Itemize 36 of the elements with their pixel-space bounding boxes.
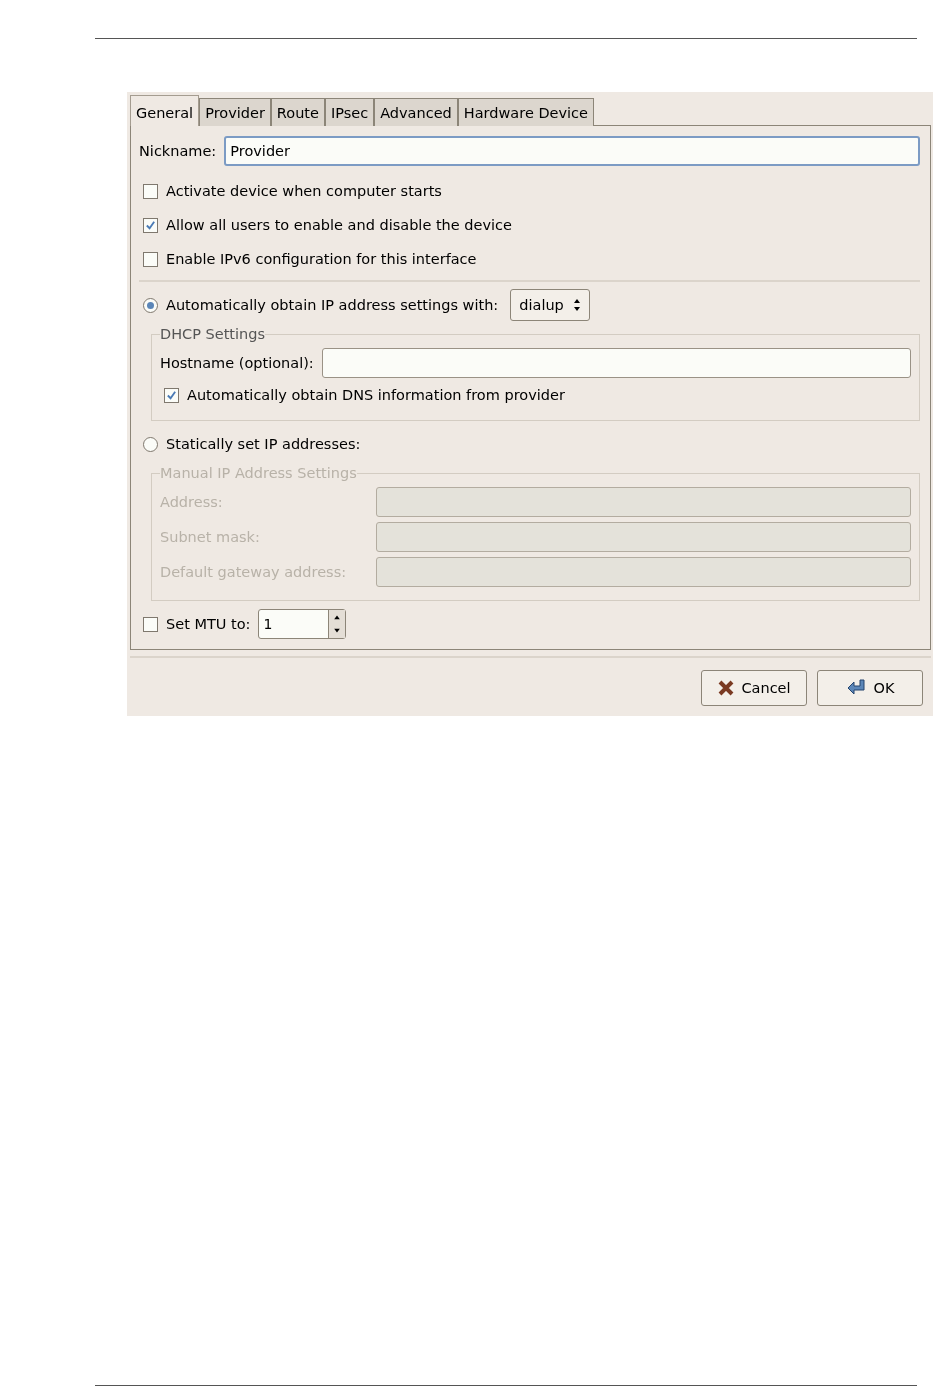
checkbox-label: Activate device when computer starts — [166, 183, 442, 199]
checkbox-label: Allow all users to enable and disable the device — [166, 217, 512, 233]
tab[interactable]: Advanced — [374, 98, 458, 126]
spinner-icon[interactable] — [328, 610, 346, 638]
group-title: Manual IP Address Settings — [160, 465, 357, 481]
field-label: Address: — [160, 494, 224, 510]
tab[interactable]: General — [130, 95, 200, 126]
cancel-button[interactable]: Cancel — [701, 670, 807, 706]
ok-button[interactable]: OK — [817, 670, 923, 706]
tab[interactable]: Provider — [199, 98, 271, 126]
radio-label: Automatically obtain IP address settings with: — [166, 297, 499, 313]
hostname-field[interactable] — [321, 348, 911, 378]
radio-button[interactable] — [143, 297, 158, 313]
close-icon — [717, 679, 736, 697]
checkbox[interactable] — [164, 387, 179, 403]
checkbox[interactable] — [143, 251, 158, 267]
checkbox-label: Automatically obtain DNS information from provider — [187, 387, 565, 403]
nickname-label: Nickname: — [139, 143, 217, 159]
tab[interactable]: IPsec — [324, 98, 375, 126]
group-title: DHCP Settings — [160, 326, 266, 342]
checkbox-label: Set MTU to: — [166, 616, 251, 632]
protocol-dropdown[interactable]: dialup — [510, 289, 590, 321]
field-label: Subnet mask: — [160, 529, 261, 545]
hostname-label: Hostname (optional): — [160, 355, 314, 371]
radio-label: Statically set IP addresses: — [166, 436, 361, 452]
checkbox[interactable] — [143, 183, 158, 199]
field-label: Default gateway address: — [160, 564, 348, 580]
spinner-icon — [572, 298, 581, 312]
nickname-field[interactable]: Provider — [224, 136, 920, 166]
checkbox[interactable] — [143, 616, 158, 632]
radio-button[interactable] — [143, 436, 158, 452]
tab[interactable]: Route — [270, 98, 325, 126]
checkbox-label: Enable IPv6 configuration for this interface — [166, 251, 477, 267]
mtu-spin-field[interactable]: 1 — [258, 609, 347, 639]
tab[interactable]: Hardware Device — [457, 98, 594, 126]
checkbox[interactable] — [143, 217, 158, 233]
